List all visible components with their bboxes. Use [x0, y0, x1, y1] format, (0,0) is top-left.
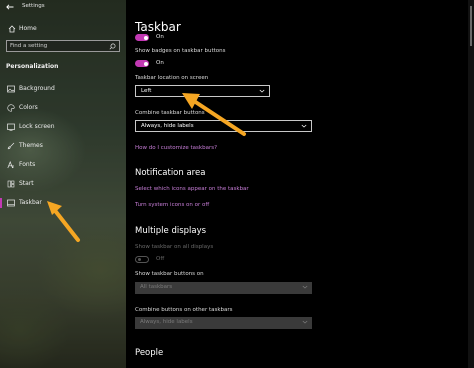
- show-all-displays-toggle[interactable]: [135, 256, 149, 263]
- sidebar-item-lock-screen[interactable]: Lock screen: [0, 120, 126, 134]
- taskbar-icon: [7, 199, 15, 207]
- badges-toggle[interactable]: [135, 60, 149, 67]
- notification-area-heading: Notification area: [135, 168, 206, 178]
- palette-icon: [7, 104, 15, 112]
- badges-label: Show badges on taskbar buttons: [135, 48, 226, 54]
- chevron-down-icon: [302, 320, 308, 324]
- sidebar-item-label: Start: [19, 180, 34, 187]
- toggle-knob: [137, 258, 141, 261]
- start-icon: [7, 180, 15, 188]
- home-icon: [8, 25, 16, 33]
- window-title: Settings: [22, 3, 45, 9]
- system-icons-link[interactable]: Turn system icons on or off: [135, 202, 209, 208]
- back-arrow-icon: [6, 3, 14, 10]
- show-buttons-dropdown-value: All taskbars: [140, 284, 173, 290]
- taskbar-toggle[interactable]: [135, 34, 149, 41]
- combine-other-dropdown-value: Always, hide labels: [140, 319, 193, 325]
- picture-icon: [7, 85, 15, 93]
- show-buttons-dropdown[interactable]: All taskbars: [135, 282, 312, 294]
- page-title: Taskbar: [135, 20, 181, 34]
- badges-toggle-state: On: [156, 60, 164, 66]
- show-all-displays-label: Show taskbar on all displays: [135, 244, 214, 250]
- combine-other-dropdown[interactable]: Always, hide labels: [135, 317, 312, 329]
- location-label: Taskbar location on screen: [135, 75, 209, 81]
- sidebar-item-label: Colors: [19, 104, 38, 111]
- sidebar-item-label: Lock screen: [19, 123, 55, 130]
- combine-other-label: Combine buttons on other taskbars: [135, 307, 233, 313]
- sidebar-item-label: Taskbar: [19, 199, 42, 206]
- active-indicator: [0, 198, 2, 208]
- font-icon: [7, 161, 14, 169]
- scrollbar[interactable]: [468, 0, 474, 368]
- sidebar-item-label: Fonts: [19, 161, 36, 168]
- content-pane: Taskbar On Show badges on taskbar button…: [126, 0, 474, 368]
- taskbar-toggle-state: On: [156, 34, 164, 40]
- chevron-down-icon: [301, 124, 307, 128]
- search-input[interactable]: Find a setting: [6, 40, 120, 52]
- toggle-knob: [143, 61, 148, 66]
- search-icon: [109, 43, 116, 50]
- multiple-displays-heading: Multiple displays: [135, 226, 207, 236]
- show-buttons-label: Show taskbar buttons on: [135, 271, 204, 277]
- location-dropdown-value: Left: [141, 88, 152, 94]
- scrollbar-thumb[interactable]: [470, 6, 472, 46]
- people-heading: People: [135, 348, 164, 358]
- sidebar-item-label: Background: [19, 85, 55, 92]
- sidebar-item-themes[interactable]: Themes: [0, 139, 126, 153]
- brush-icon: [7, 142, 15, 150]
- sidebar-item-background[interactable]: Background: [0, 82, 126, 96]
- select-icons-link[interactable]: Select which icons appear on the taskbar: [135, 186, 249, 192]
- customize-taskbars-link[interactable]: How do I customize taskbars?: [135, 145, 217, 151]
- show-all-displays-state: Off: [156, 256, 165, 262]
- chevron-down-icon: [302, 285, 308, 289]
- lock-screen-icon: [7, 123, 15, 131]
- search-placeholder: Find a setting: [10, 43, 48, 49]
- chevron-down-icon: [259, 89, 265, 93]
- nav-home-label: Home: [19, 25, 37, 32]
- toggle-knob: [143, 35, 148, 40]
- navigation-pane: Settings Home Find a setting Personaliza…: [0, 0, 126, 368]
- sidebar-item-start[interactable]: Start: [0, 177, 126, 191]
- section-label-personalization: Personalization: [6, 63, 59, 70]
- sidebar-item-label: Themes: [19, 142, 43, 149]
- back-button[interactable]: [0, 0, 20, 13]
- nav-home[interactable]: Home: [0, 22, 126, 36]
- annotation-arrow-location: [182, 93, 246, 136]
- sidebar-item-taskbar[interactable]: Taskbar: [0, 196, 126, 210]
- sidebar-item-colors[interactable]: Colors: [0, 101, 126, 115]
- sidebar-item-fonts[interactable]: Fonts: [0, 158, 126, 172]
